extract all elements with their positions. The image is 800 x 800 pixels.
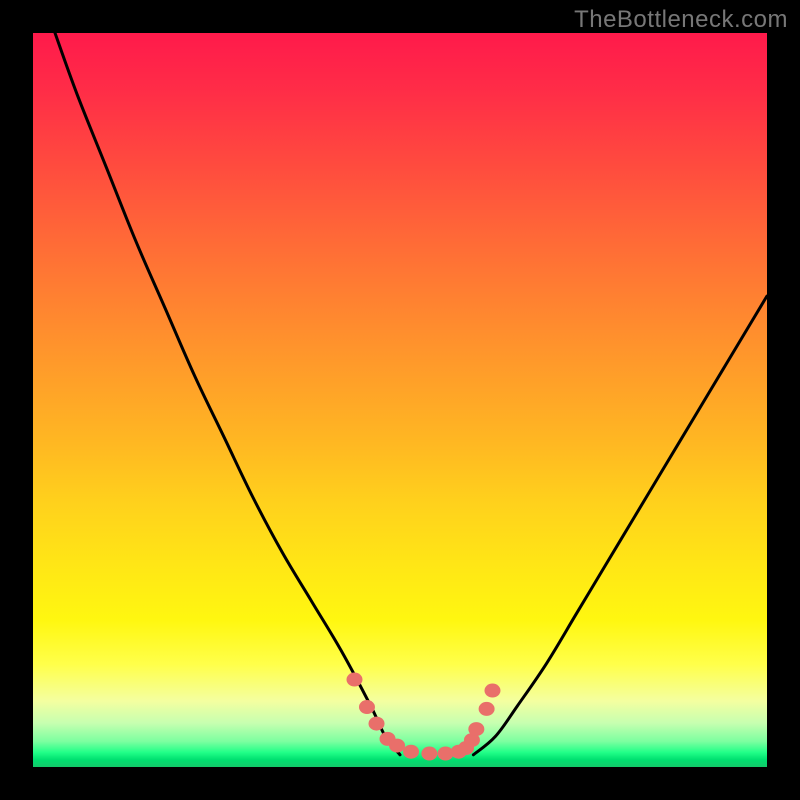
valley-dot	[421, 747, 437, 761]
right-curve	[473, 296, 767, 755]
valley-dots	[346, 673, 500, 761]
valley-dot	[359, 700, 375, 714]
curve-layer	[33, 33, 767, 767]
valley-dot	[369, 717, 385, 731]
valley-dot	[468, 722, 484, 736]
valley-dot	[479, 702, 495, 716]
plot-area	[33, 33, 767, 767]
valley-dot	[484, 684, 500, 698]
valley-dot	[403, 745, 419, 759]
watermark-text: TheBottleneck.com	[574, 6, 788, 34]
valley-dot	[389, 739, 405, 753]
left-curve	[55, 33, 400, 755]
chart-frame: TheBottleneck.com	[0, 0, 800, 800]
valley-dot	[346, 673, 362, 687]
